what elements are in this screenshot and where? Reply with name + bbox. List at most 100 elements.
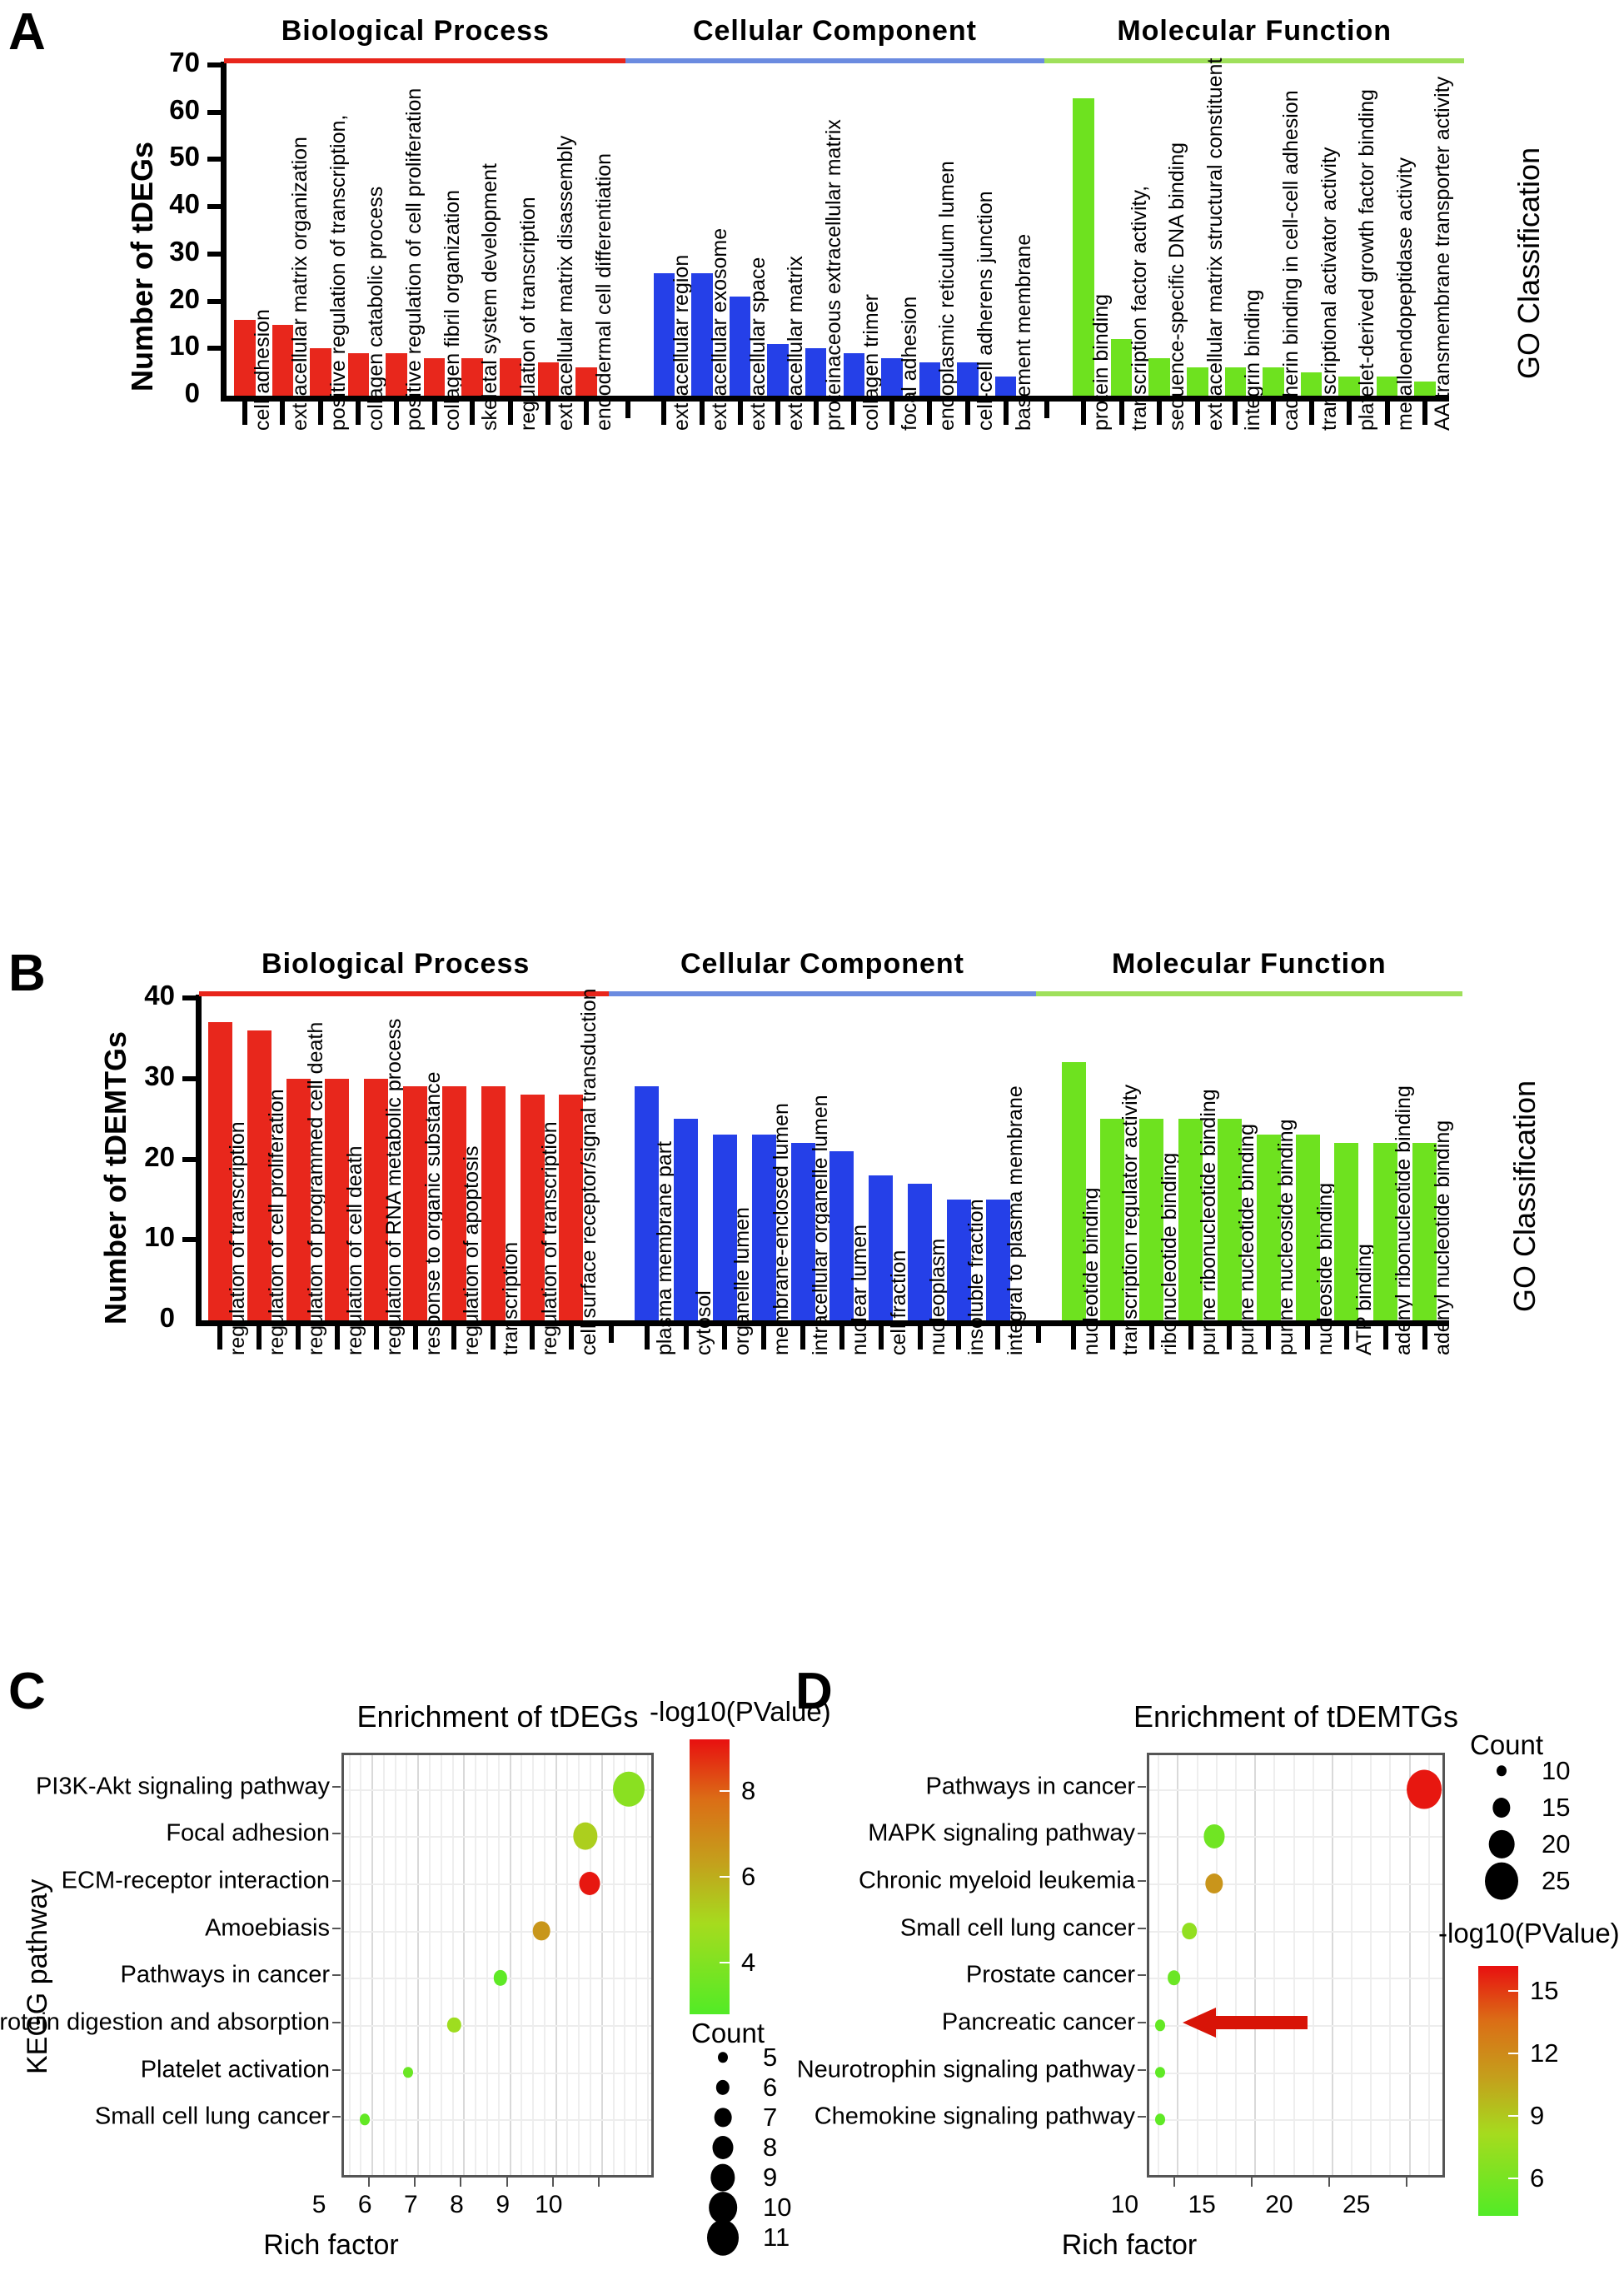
x-category-label: endodermal cell differentiation bbox=[591, 152, 615, 431]
y-tick bbox=[182, 1075, 197, 1081]
size-legend-dot bbox=[710, 2163, 735, 2192]
data-point[interactable] bbox=[1167, 1970, 1181, 1986]
x-category-label: purine nucleotide binding bbox=[1235, 1124, 1259, 1355]
go-bar-chart-tdemtgs: 0 10 20 30 40 Number of tDEMTGs GO Classificat… bbox=[0, 941, 1624, 1716]
data-point[interactable] bbox=[359, 2113, 370, 2126]
grid-line-vertical bbox=[475, 1755, 477, 2175]
grid-line-vertical bbox=[348, 1755, 351, 2175]
x-tick bbox=[851, 400, 857, 425]
grid-line-vertical bbox=[497, 1755, 500, 2175]
grid-line-vertical bbox=[1389, 1755, 1392, 2175]
pathway-label: PI3K-Akt signaling pathway bbox=[35, 1773, 330, 1800]
color-legend-label: 12 bbox=[1530, 2038, 1559, 2068]
x-category-label: cytosol bbox=[691, 1290, 715, 1355]
data-point[interactable] bbox=[532, 1921, 550, 1941]
grid-line-horizontal bbox=[1149, 1883, 1442, 1886]
x-category-label: transcription factor activity, bbox=[1127, 185, 1151, 431]
x-tick bbox=[775, 400, 781, 425]
x-tick bbox=[1305, 1325, 1311, 1350]
y-tick bbox=[332, 2022, 341, 2024]
data-point[interactable] bbox=[579, 1872, 600, 1896]
x-tick bbox=[334, 1325, 340, 1350]
size-legend-label: 11 bbox=[763, 2223, 790, 2252]
pathway-label: Focal adhesion bbox=[166, 1819, 330, 1847]
x-tick bbox=[568, 1325, 574, 1350]
x-tick bbox=[583, 400, 589, 425]
size-legend-label: 8 bbox=[763, 2133, 778, 2162]
data-point[interactable] bbox=[1154, 2113, 1165, 2126]
x-tick bbox=[1194, 400, 1200, 425]
size-legend-dot bbox=[709, 2192, 737, 2223]
y-tick bbox=[182, 995, 197, 1000]
x-tick bbox=[956, 1325, 962, 1350]
data-point[interactable] bbox=[403, 2067, 414, 2078]
size-legend-dot bbox=[1492, 1798, 1511, 1818]
go-bar-chart-tdegs: 0 10 20 30 40 50 60 70 Number of tDEGs GO Classif… bbox=[0, 0, 1624, 833]
x-category-label: integral to plasma membrane bbox=[1004, 1085, 1028, 1355]
grid-line-horizontal bbox=[1149, 2072, 1442, 2074]
group-separator-tick bbox=[1035, 1325, 1041, 1343]
x-category-label: insoluble fraction bbox=[964, 1199, 989, 1355]
data-point[interactable] bbox=[1205, 1873, 1223, 1894]
x-tick bbox=[1422, 1325, 1427, 1350]
category-rule-bp bbox=[199, 991, 610, 996]
data-point[interactable] bbox=[493, 1970, 507, 1986]
grid-line-vertical bbox=[1370, 1755, 1372, 2175]
y-tick bbox=[332, 1785, 341, 1788]
x-tick bbox=[1071, 1325, 1077, 1350]
size-legend-dot bbox=[707, 2219, 739, 2256]
data-point[interactable] bbox=[447, 2017, 461, 2033]
x-tick bbox=[889, 400, 894, 425]
data-point[interactable] bbox=[612, 1771, 645, 1808]
category-title-bp: Biological Process bbox=[262, 948, 531, 980]
y-tick bbox=[332, 1833, 341, 1835]
x-tick bbox=[257, 1325, 262, 1350]
x-axis-title: Rich factor bbox=[1061, 2229, 1198, 2261]
grid-line-horizontal bbox=[1149, 1836, 1442, 1838]
x-category-label: regulation of cell death bbox=[342, 1145, 366, 1355]
grid-line-vertical bbox=[486, 1755, 488, 2175]
y-tick bbox=[207, 204, 222, 210]
grid-line-vertical bbox=[394, 1755, 396, 2175]
y-axis-title: Number of tDEGs bbox=[125, 141, 159, 392]
x-tick bbox=[1173, 2178, 1176, 2187]
data-point[interactable] bbox=[1407, 1769, 1442, 1809]
x-tick-label: 25 bbox=[1342, 2191, 1371, 2218]
x-category-label: positive regulation of cell proliferatio… bbox=[402, 87, 426, 431]
grid-line-vertical bbox=[440, 1755, 442, 2175]
x-tick bbox=[597, 2178, 600, 2187]
grid-line-vertical bbox=[417, 1755, 420, 2175]
size-legend-dot bbox=[712, 2136, 734, 2159]
grid-line-vertical bbox=[532, 1755, 535, 2175]
data-point[interactable] bbox=[1154, 2067, 1165, 2078]
y-tick bbox=[332, 1927, 341, 1929]
kegg-dotplot-tdegs: Enrichment of tDEGs PI3K-Akt signaling pa… bbox=[0, 1691, 831, 2285]
y-tick-label: 40 bbox=[144, 980, 175, 1010]
x-category-label: nucleoplasm bbox=[925, 1238, 949, 1355]
data-point[interactable] bbox=[1154, 2019, 1165, 2031]
x-category-label: regulation of apoptosis bbox=[460, 1145, 484, 1355]
pathway-label: Prostate cancer bbox=[965, 1961, 1135, 1988]
y-axis-title: KEGG pathway bbox=[22, 1878, 53, 2074]
x-category-label: ribonucleotide binding bbox=[1157, 1152, 1181, 1355]
y-tick bbox=[207, 109, 222, 115]
data-point[interactable] bbox=[572, 1823, 598, 1850]
color-legend-label: 15 bbox=[1530, 1976, 1559, 2005]
x-category-label: transcriptional activator activity bbox=[1317, 147, 1341, 431]
grid-line-horizontal bbox=[344, 1836, 651, 1838]
y-tick bbox=[207, 157, 222, 162]
x-category-label: purine ribonucleotide binding bbox=[1196, 1089, 1220, 1355]
x-category-label: nucleotide binding bbox=[1079, 1187, 1103, 1355]
data-point[interactable] bbox=[1182, 1922, 1198, 1939]
color-legend-tick bbox=[1508, 2178, 1518, 2179]
grid-line-vertical bbox=[646, 1755, 649, 2175]
x-category-label: cell fraction bbox=[886, 1250, 910, 1355]
data-point[interactable] bbox=[1203, 1824, 1225, 1848]
grid-line-vertical bbox=[382, 1755, 385, 2175]
category-rule-cc bbox=[625, 58, 1045, 63]
y-tick bbox=[207, 251, 222, 257]
size-legend-title: Count bbox=[1470, 1729, 1544, 1760]
grid-line-horizontal bbox=[1149, 1978, 1442, 1980]
y-tick bbox=[332, 2116, 341, 2118]
x-tick bbox=[470, 400, 476, 425]
